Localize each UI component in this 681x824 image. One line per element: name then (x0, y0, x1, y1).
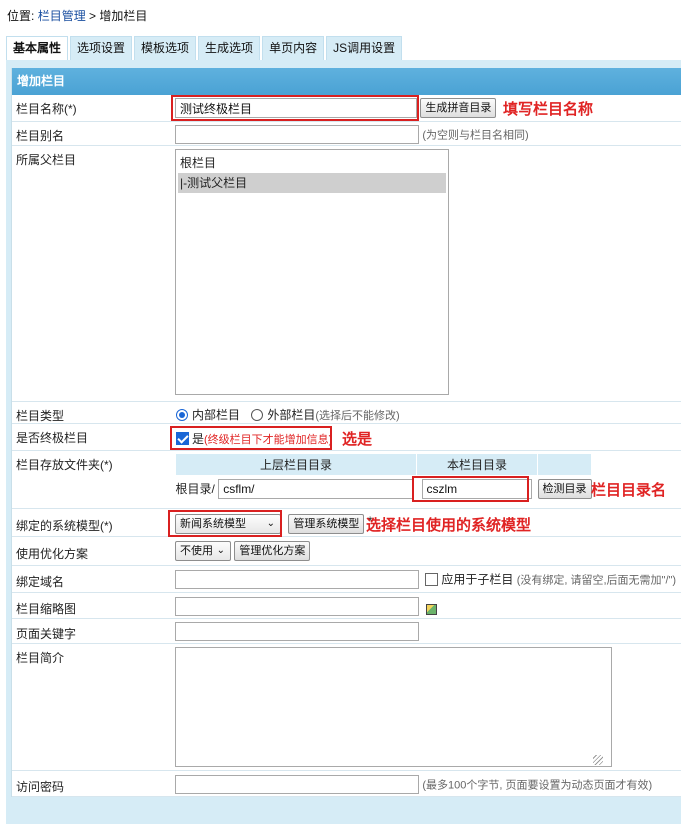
tab-generate[interactable]: 生成选项 (198, 36, 261, 60)
highlight-box-model (168, 510, 282, 537)
tab-basic[interactable]: 基本属性 (6, 36, 69, 60)
annotation-model: 选择栏目使用的系统模型 (366, 517, 532, 534)
row-parent: 所属父栏目 根栏目 |-测试父栏目 (12, 146, 681, 402)
final-label: 是否终极栏目 (16, 431, 89, 445)
intro-textarea[interactable] (175, 647, 612, 767)
row-alias: 栏目别名 (为空则与栏目名相同) (12, 122, 681, 146)
breadcrumb-current: 增加栏目 (99, 9, 148, 23)
parent-listbox[interactable]: 根栏目 |-测试父栏目 (175, 149, 449, 395)
password-hint: (最多100个字节, 页面要设置为动态页面才有效) (422, 779, 653, 792)
optimize-label: 使用优化方案 (16, 547, 89, 561)
check-folder-button[interactable]: 检测目录 (537, 479, 592, 499)
folder-col-upper: 上层栏目目录 (175, 453, 417, 476)
row-final: 是否终极栏目 是(终级栏目下才能增加信息) 选是 (12, 424, 681, 451)
row-optimize: 使用优化方案 不使用 ⌄ 管理优化方案 (12, 537, 681, 566)
thumb-label: 栏目缩略图 (16, 602, 77, 616)
type-hint: (选择后不能修改) (315, 410, 400, 422)
breadcrumb-link-section[interactable]: 栏目管理 (38, 9, 86, 23)
row-type: 栏目类型 内部栏目 外部栏目(选择后不能修改) (12, 402, 681, 424)
alias-hint: (为空则与栏目名相同) (422, 129, 529, 142)
domain-hint: (没有绑定, 请留空,后面无需加"/") (516, 574, 677, 587)
apply-subcolumns-label: 应用于子栏目 (441, 572, 514, 587)
type-external-radio[interactable] (251, 409, 264, 421)
breadcrumb-prefix: 位置: (7, 9, 35, 23)
folder-root-prefix: 根目录/ (175, 482, 215, 496)
tab-js-call[interactable]: JS调用设置 (326, 36, 403, 60)
annotation-final: 选是 (342, 431, 373, 448)
intro-label: 栏目简介 (16, 651, 65, 665)
textarea-resize-grip[interactable] (593, 755, 603, 765)
tab-options[interactable]: 选项设置 (70, 36, 133, 60)
chevron-down-icon: ⌄ (216, 545, 225, 556)
row-domain: 绑定域名 应用于子栏目 (没有绑定, 请留空,后面无需加"/") (12, 566, 681, 593)
form-panel: 增加栏目 栏目名称(*) 生成拼音目录 填写栏目名称 栏目别名 (为空则与栏目名… (6, 60, 681, 824)
model-label: 绑定的系统模型(*) (16, 519, 113, 533)
parent-option-root[interactable]: 根栏目 (178, 153, 446, 173)
highlight-box-name (171, 95, 419, 121)
row-password: 访问密码 (最多100个字节, 页面要设置为动态页面才有效) (12, 771, 681, 797)
row-name: 栏目名称(*) 生成拼音目录 填写栏目名称 (12, 95, 681, 122)
password-input[interactable] (175, 775, 419, 794)
tab-bar: 基本属性 选项设置 模板选项 生成选项 单页内容 JS调用设置 (6, 36, 404, 60)
tab-single-page[interactable]: 单页内容 (262, 36, 325, 60)
row-intro: 栏目简介 (12, 644, 681, 771)
tab-template[interactable]: 模板选项 (134, 36, 197, 60)
alias-label: 栏目别名 (16, 129, 65, 143)
breadcrumb: 位置: 栏目管理 > 增加栏目 (7, 7, 147, 24)
image-picker-icon[interactable] (426, 603, 438, 615)
type-label: 栏目类型 (16, 409, 65, 423)
highlight-box-folder (412, 476, 529, 502)
apply-subcolumns-checkbox[interactable] (425, 572, 439, 586)
folder-label: 栏目存放文件夹(*) (16, 458, 113, 472)
keywords-label: 页面关键字 (16, 627, 77, 641)
highlight-box-final (170, 426, 332, 450)
add-column-form: 增加栏目 栏目名称(*) 生成拼音目录 填写栏目名称 栏目别名 (为空则与栏目名… (11, 68, 681, 797)
name-label: 栏目名称(*) (16, 102, 77, 116)
row-keywords: 页面关键字 (12, 619, 681, 644)
thumb-input[interactable] (175, 597, 419, 616)
password-label: 访问密码 (16, 780, 65, 794)
manage-model-button[interactable]: 管理系统模型 (288, 514, 365, 534)
folder-table: 上层栏目目录 本栏目目录 根目录/ 检测目录 (175, 453, 592, 502)
panel-title: 增加栏目 (12, 68, 681, 95)
keywords-input[interactable] (175, 622, 419, 641)
breadcrumb-separator: > (89, 9, 97, 23)
type-internal-radio[interactable] (176, 409, 188, 421)
row-folder: 栏目存放文件夹(*) 上层栏目目录 本栏目目录 根目录/ csflm/ cszl… (12, 451, 681, 509)
generate-pinyin-button[interactable]: 生成拼音目录 (420, 98, 497, 118)
manage-optimize-button[interactable]: 管理优化方案 (234, 541, 311, 561)
parent-option-test-parent[interactable]: |-测试父栏目 (178, 173, 446, 193)
alias-input[interactable] (175, 125, 419, 144)
folder-col-this: 本栏目目录 (416, 453, 538, 476)
optimize-select[interactable]: 不使用 ⌄ (175, 541, 231, 561)
row-thumb: 栏目缩略图 (12, 593, 681, 619)
domain-input[interactable] (175, 570, 419, 589)
domain-label: 绑定域名 (16, 575, 65, 589)
upper-folder-input[interactable] (218, 479, 414, 499)
annotation-folder: 栏目目录名 (591, 482, 667, 499)
parent-label: 所属父栏目 (16, 153, 77, 167)
optimize-select-value: 不使用 (180, 545, 213, 557)
annotation-name: 填写栏目名称 (503, 101, 594, 118)
row-model: 绑定的系统模型(*) 新闻系统模型 ⌄ 管理系统模型 * 选择栏目使用的系统模型 (12, 509, 681, 537)
type-internal-label: 内部栏目 (192, 408, 241, 422)
type-external-label: 外部栏目 (267, 408, 316, 422)
